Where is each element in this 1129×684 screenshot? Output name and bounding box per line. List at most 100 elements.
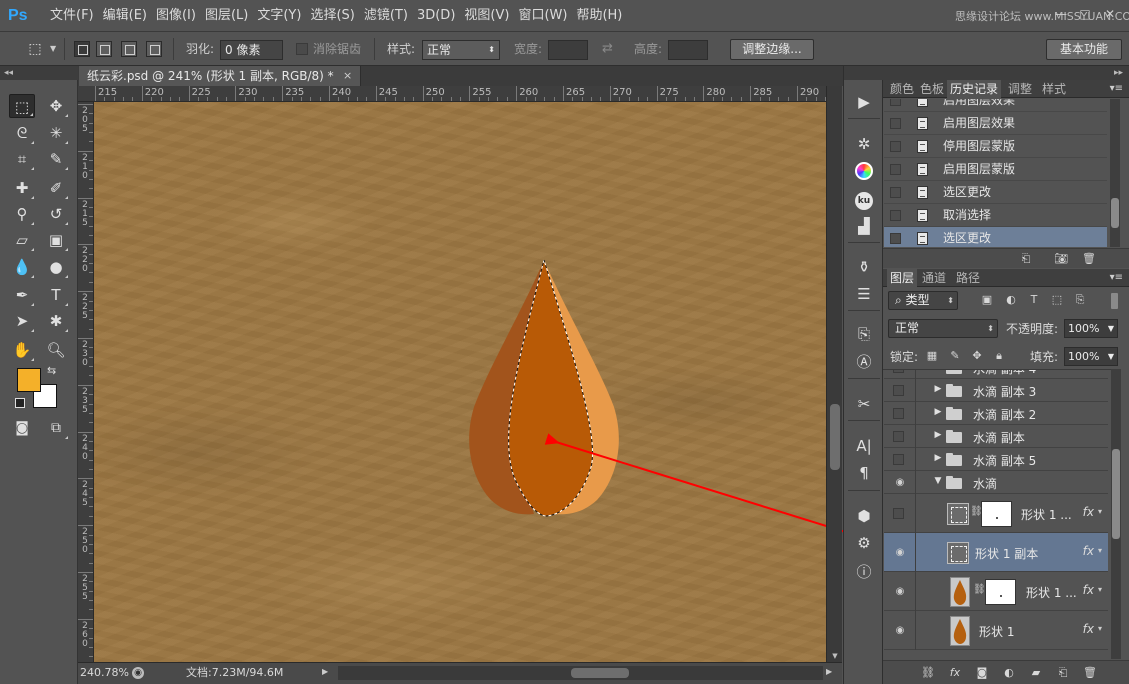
horizontal-scroll-thumb[interactable] [571, 668, 629, 678]
history-tab-2[interactable]: 历史记录 [947, 80, 1002, 98]
character-styles-icon[interactable]: Ⓐ [852, 350, 876, 374]
new-selection-button[interactable] [74, 41, 90, 57]
brush-settings-icon[interactable]: ☰ [852, 282, 876, 306]
crop-tool-icon[interactable]: ⌗ [9, 147, 35, 171]
fx-expand-icon[interactable]: ▾ [1098, 507, 1106, 516]
path-selection-tool-icon[interactable]: ➤ [9, 309, 35, 333]
snapshot-camera-icon[interactable]: 📷︎ [1053, 251, 1069, 267]
expand-right-icon[interactable]: ▶ [934, 370, 942, 371]
swap-icon[interactable]: ⇄ [602, 32, 613, 66]
swap-colors-icon[interactable]: ⇆ [47, 364, 56, 377]
fill-input[interactable]: 100% ▼ [1064, 347, 1118, 366]
layer-row[interactable]: ⛓ 形状 1 ... fx ▾ [884, 494, 1108, 533]
eye-icon[interactable]: ◉ [892, 625, 908, 637]
add-mask-icon[interactable]: ◙ [974, 665, 990, 681]
visibility-toggle[interactable] [893, 454, 904, 465]
layers-panel-menu-icon[interactable]: ▾≡ [1110, 269, 1123, 287]
layers-tab-2[interactable]: 路径 [953, 269, 983, 287]
history-tab-0[interactable]: 颜色 [887, 80, 917, 98]
expand-right-icon[interactable]: ▶ [934, 407, 942, 417]
eye-icon[interactable]: ◉ [892, 586, 908, 598]
layer-fx-badge[interactable]: fx [1083, 622, 1094, 636]
document-tab[interactable]: 纸云彩.psd @ 241% (形状 1 副本, RGB/8) * [79, 66, 361, 86]
new-layer-icon[interactable]: ⎗ [1055, 665, 1071, 681]
move-tool-icon[interactable]: ✥ [43, 94, 69, 118]
layer-fx-badge[interactable]: fx [1083, 544, 1094, 558]
intersect-selection-button[interactable] [146, 41, 162, 57]
lasso-tool-icon[interactable]: ᘓ [9, 121, 35, 145]
history-scroll-thumb[interactable] [1111, 198, 1119, 228]
panel-collapse-bar[interactable]: ▸▸ [883, 66, 1129, 80]
history-state-row[interactable]: 启用图层效果 [884, 99, 1107, 112]
lock-all-icon[interactable]: 🔒︎ [991, 348, 1007, 364]
antialias-checkbox[interactable] [296, 43, 308, 55]
lock-image-icon[interactable]: ✎ [947, 348, 963, 364]
history-state-row[interactable]: 选区更改 [884, 181, 1107, 204]
filter-type-icon[interactable]: T [1026, 292, 1042, 308]
history-source-checkbox[interactable] [890, 187, 901, 198]
expand-right-icon[interactable]: ▶ [934, 430, 942, 440]
expand-right-icon[interactable]: ▶ [934, 384, 942, 394]
clone-stamp-tool-icon[interactable]: ⚲ [9, 202, 35, 226]
layers-tab-1[interactable]: 通道 [919, 269, 949, 287]
quick-mask-icon[interactable]: ◙ [9, 416, 35, 440]
actions-play-icon[interactable]: ▶ [852, 90, 876, 114]
link-layers-icon[interactable]: ⛓ [920, 665, 936, 681]
menu-item-2[interactable]: 图像(I) [156, 0, 205, 32]
layer-row[interactable]: ▶ 水滴 副本 3 [884, 379, 1108, 402]
visibility-toggle[interactable] [893, 385, 904, 396]
kuler-icon[interactable]: ku [852, 186, 876, 210]
healing-brush-tool-icon[interactable]: ✚ [9, 176, 35, 200]
fx-expand-icon[interactable]: ▾ [1098, 624, 1106, 633]
character-panel-icon[interactable]: A| [852, 434, 876, 458]
status-menu-arrow-icon[interactable]: ▶ [322, 667, 328, 676]
history-tab-4[interactable]: 样式 [1039, 80, 1069, 98]
vertical-scroll-thumb[interactable] [830, 404, 840, 470]
layer-row[interactable]: ▶ 水滴 副本 5 [884, 448, 1108, 471]
layer-row[interactable]: ◉ 形状 1 fx ▾ [884, 611, 1108, 650]
history-source-checkbox[interactable] [890, 233, 901, 244]
menu-item-7[interactable]: 3D(D) [417, 0, 464, 32]
filter-smart-object-icon[interactable]: ⎘ [1072, 292, 1088, 308]
new-document-from-state-icon[interactable]: ⎗ [1018, 251, 1034, 267]
blur-tool-icon[interactable]: 💧 [9, 255, 35, 279]
width-input[interactable] [548, 40, 588, 60]
layer-filter-select[interactable]: ⌕ 类型 ⬍ [888, 291, 958, 310]
dodge-tool-icon[interactable]: ● [43, 255, 69, 279]
refine-edge-button[interactable]: 调整边缘... [730, 39, 814, 60]
menu-item-4[interactable]: 文字(Y) [257, 0, 310, 32]
marquee-preset-icon[interactable]: ⬚ [22, 37, 48, 61]
3d-panel-icon[interactable]: ⬢ [852, 504, 876, 528]
delete-state-icon[interactable]: 🗑︎ [1081, 251, 1097, 267]
rect-marquee-tool-icon[interactable]: ⬚ [9, 94, 35, 118]
foreground-color-swatch[interactable] [17, 368, 41, 392]
layer-row[interactable]: ◉ ⛓ 形状 1 ... fx ▾ [884, 572, 1108, 611]
history-state-row[interactable]: 停用图层蒙版 [884, 135, 1107, 158]
menu-item-10[interactable]: 帮助(H) [576, 0, 631, 32]
history-source-checkbox[interactable] [890, 141, 901, 152]
eyedropper-tool-icon[interactable]: ✎ [43, 147, 69, 171]
info-panel-icon[interactable]: ⓘ [852, 560, 876, 584]
navigator-icon[interactable]: ✲ [852, 132, 876, 156]
layer-row[interactable]: ◉ 形状 1 副本 fx ▾ [884, 533, 1108, 572]
history-source-checkbox[interactable] [890, 164, 901, 175]
fx-expand-icon[interactable]: ▾ [1098, 585, 1106, 594]
maximize-button[interactable]: □ [1075, 5, 1095, 23]
toolbar-collapse-icon[interactable]: ◂◂ [0, 66, 78, 80]
history-source-checkbox[interactable] [890, 118, 901, 129]
lock-position-icon[interactable]: ✥ [969, 348, 985, 364]
expand-right-icon[interactable]: ▶ [934, 453, 942, 463]
scroll-right-icon[interactable]: ▶ [826, 667, 832, 676]
filter-pixel-icon[interactable]: ▣ [979, 292, 995, 308]
chain-link-icon[interactable]: ⛓ [973, 584, 986, 595]
visibility-toggle[interactable] [893, 408, 904, 419]
menu-item-8[interactable]: 视图(V) [464, 0, 518, 32]
strip-collapse-bar[interactable] [844, 66, 883, 80]
visibility-toggle[interactable] [893, 508, 904, 519]
history-state-row[interactable]: 启用图层效果 [884, 112, 1107, 135]
canvas-horizontal-scrollbar[interactable] [338, 666, 823, 680]
status-info-icon[interactable]: ◉ [132, 667, 144, 679]
layers-tab-0[interactable]: 图层 [887, 269, 918, 287]
filter-toggle-switch[interactable] [1111, 293, 1118, 309]
hand-tool-icon[interactable]: ✋ [9, 338, 35, 362]
